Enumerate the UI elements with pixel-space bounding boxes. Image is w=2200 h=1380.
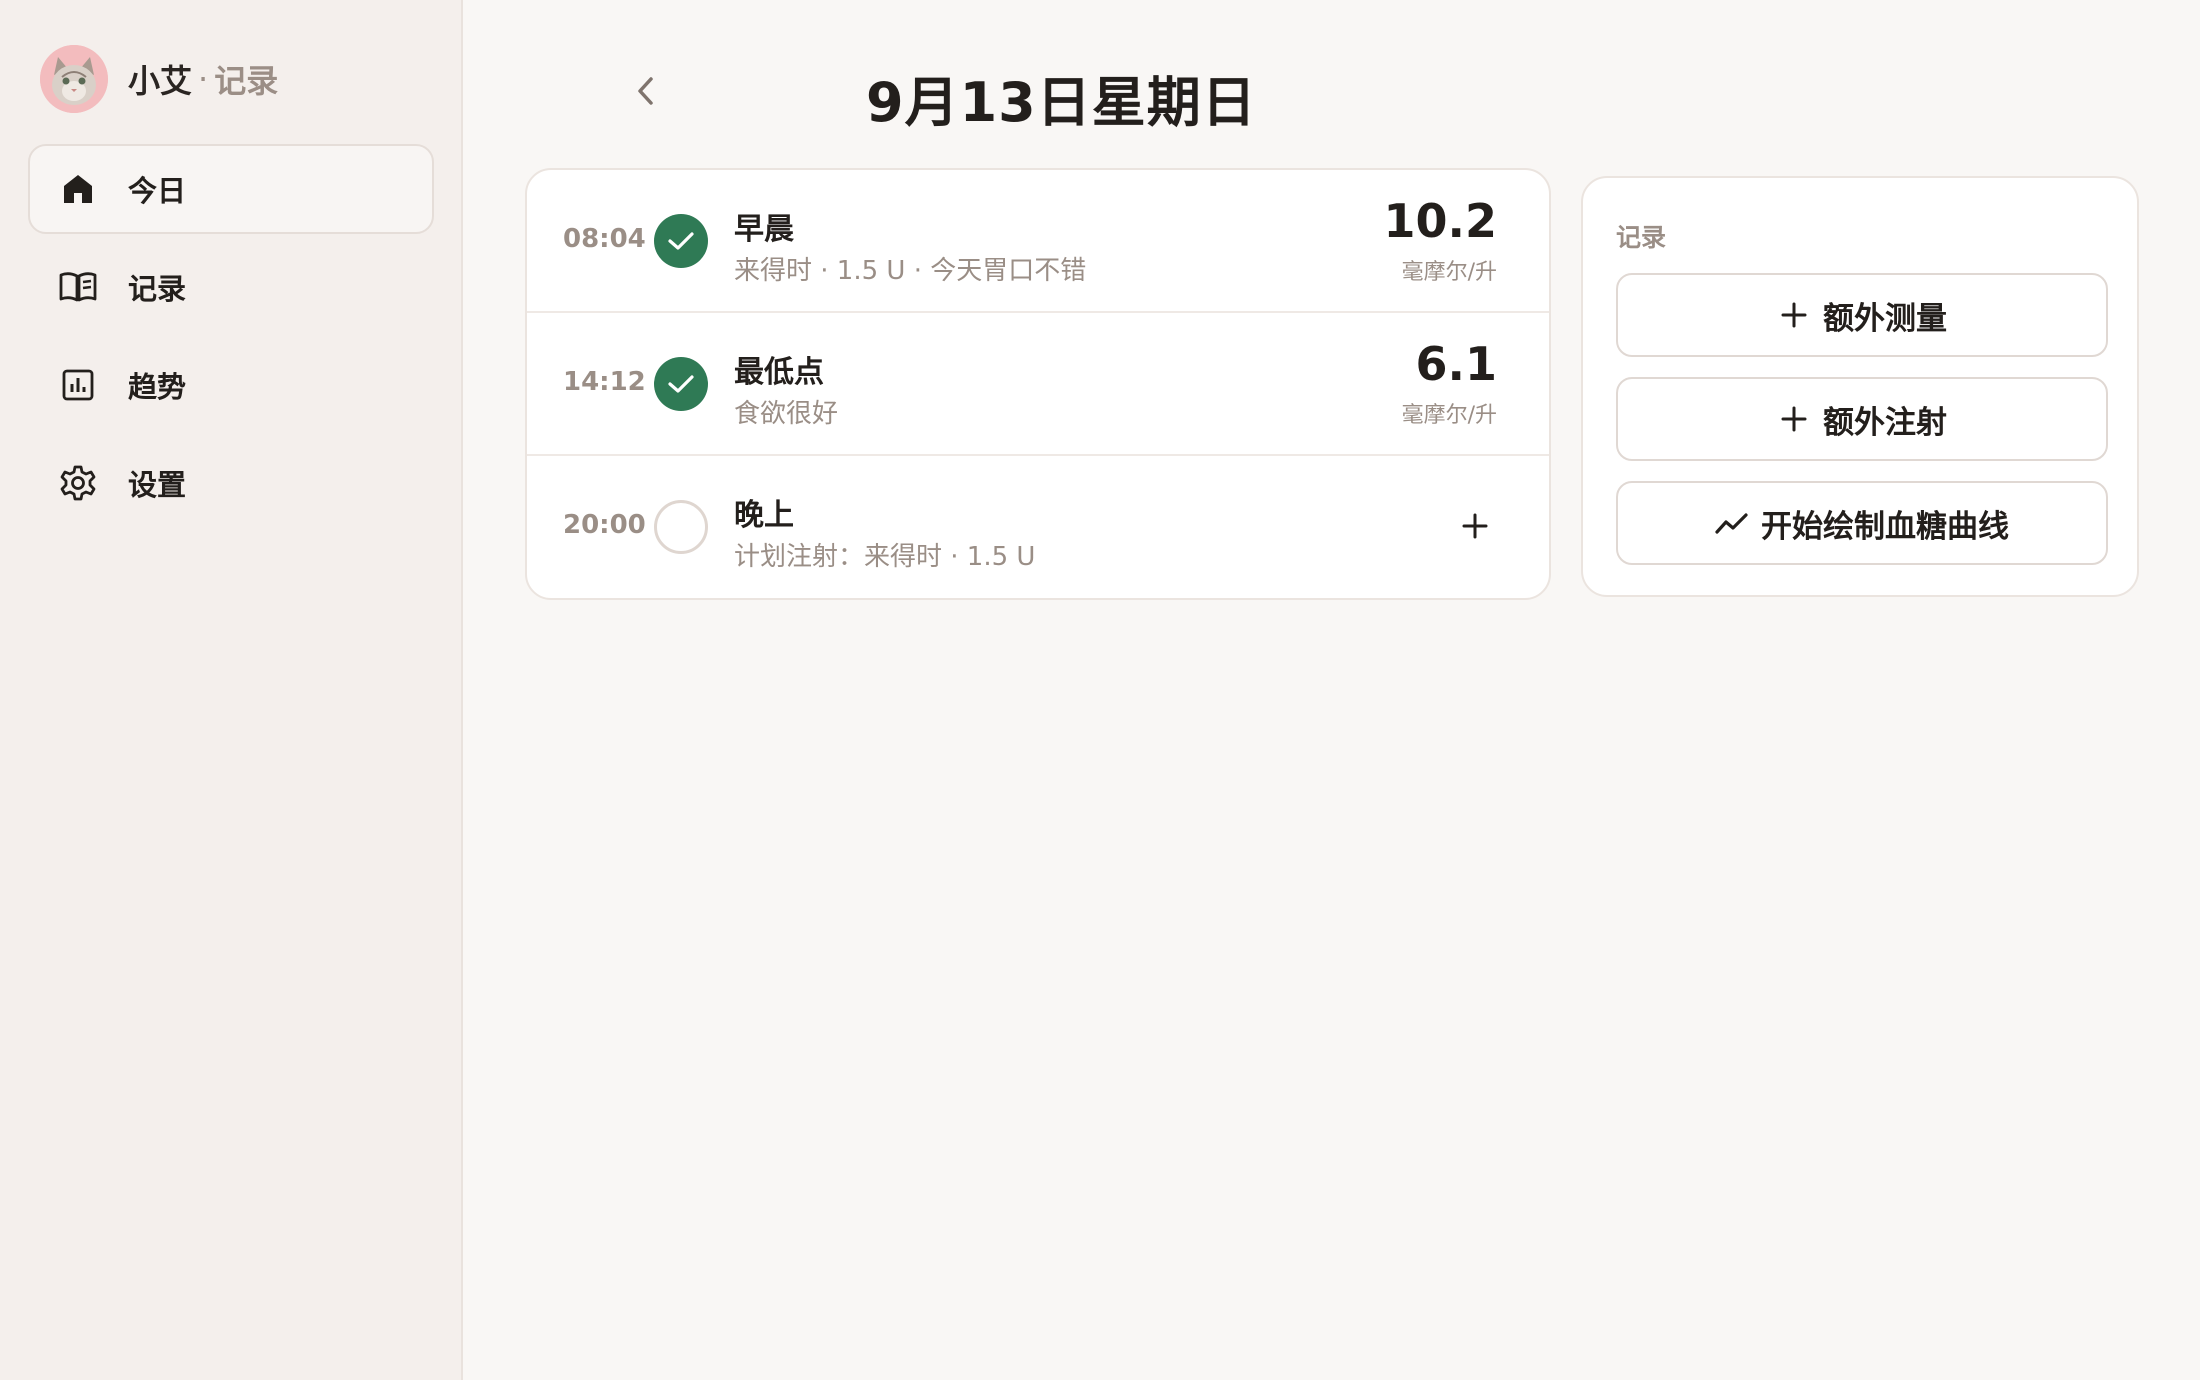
entry-subtitle: 食欲很好 bbox=[734, 399, 839, 429]
start-glucose-curve-button[interactable]: 开始绘制血糖曲线 bbox=[1616, 481, 2108, 565]
plus-icon bbox=[1777, 298, 1811, 332]
sidebar: 小艾 · 记录 今日 记录 趋势 设置 bbox=[0, 0, 463, 1380]
glucose-value: 6.1 bbox=[1415, 337, 1498, 391]
gear-icon bbox=[58, 463, 98, 503]
check-icon[interactable] bbox=[654, 357, 708, 411]
button-label: 开始绘制血糖曲线 bbox=[1761, 508, 2009, 545]
sidebar-item-label: 今日 bbox=[128, 174, 187, 208]
entries-card: 08:04 早晨 来得时 · 1.5 U · 今天胃口不错 10.2 毫摩尔/升… bbox=[525, 168, 1551, 600]
sidebar-item-settings[interactable]: 设置 bbox=[28, 438, 434, 528]
back-button[interactable] bbox=[626, 70, 666, 116]
add-entry-button[interactable] bbox=[1453, 504, 1497, 548]
sidebar-item-trends[interactable]: 趋势 bbox=[28, 340, 434, 430]
page-title: 9月13日星期日 bbox=[866, 71, 1257, 134]
book-icon bbox=[58, 267, 98, 307]
brand: 小艾 · 记录 bbox=[40, 44, 278, 114]
glucose-unit: 毫摩尔/升 bbox=[1401, 260, 1497, 285]
plus-icon bbox=[1462, 513, 1488, 539]
record-panel: 记录 额外测量 额外注射 开始绘制血糖曲线 bbox=[1581, 176, 2139, 597]
button-label: 额外注射 bbox=[1823, 404, 1947, 441]
sidebar-item-today[interactable]: 今日 bbox=[28, 144, 434, 234]
entry-time: 14:12 bbox=[563, 367, 646, 397]
entry-title: 早晨 bbox=[734, 212, 794, 247]
list-item[interactable]: 14:12 最低点 食欲很好 6.1 毫摩尔/升 bbox=[527, 313, 1549, 456]
sidebar-item-label: 趋势 bbox=[128, 370, 187, 404]
home-icon bbox=[58, 169, 98, 209]
brand-name: 小艾 bbox=[128, 62, 193, 100]
brand-subtitle: 记录 bbox=[214, 62, 279, 100]
entry-subtitle: 来得时 · 1.5 U · 今天胃口不错 bbox=[734, 256, 1087, 286]
sidebar-item-label: 记录 bbox=[128, 272, 187, 306]
glucose-unit: 毫摩尔/升 bbox=[1401, 403, 1497, 428]
empty-circle-icon[interactable] bbox=[654, 500, 708, 554]
app-window: 小艾 · 记录 今日 记录 趋势 设置 9月13日星期日 08:04 早晨 来得… bbox=[0, 0, 2200, 1380]
entry-subtitle: 计划注射：来得时 · 1.5 U bbox=[734, 542, 1036, 572]
check-icon[interactable] bbox=[654, 214, 708, 268]
sidebar-item-records[interactable]: 记录 bbox=[28, 242, 434, 332]
entry-title: 晚上 bbox=[734, 498, 794, 533]
entry-time: 20:00 bbox=[563, 510, 646, 540]
brand-separator: · bbox=[198, 60, 209, 98]
plus-icon bbox=[1777, 402, 1811, 436]
extra-injection-button[interactable]: 额外注射 bbox=[1616, 377, 2108, 461]
trend-icon bbox=[1715, 506, 1749, 540]
entry-title: 最低点 bbox=[734, 355, 824, 390]
extra-measurement-button[interactable]: 额外测量 bbox=[1616, 273, 2108, 357]
glucose-value: 10.2 bbox=[1383, 194, 1498, 248]
button-label: 额外测量 bbox=[1823, 300, 1947, 337]
entry-time: 08:04 bbox=[563, 224, 646, 254]
list-item[interactable]: 20:00 晚上 计划注射：来得时 · 1.5 U bbox=[527, 456, 1549, 598]
chevron-left-icon bbox=[635, 74, 657, 112]
record-panel-title: 记录 bbox=[1616, 223, 1667, 252]
sidebar-item-label: 设置 bbox=[128, 468, 187, 502]
list-item[interactable]: 08:04 早晨 来得时 · 1.5 U · 今天胃口不错 10.2 毫摩尔/升 bbox=[527, 170, 1549, 313]
chart-icon bbox=[58, 365, 98, 405]
sidebar-nav: 今日 记录 趋势 设置 bbox=[28, 144, 434, 536]
avatar[interactable] bbox=[40, 45, 108, 113]
